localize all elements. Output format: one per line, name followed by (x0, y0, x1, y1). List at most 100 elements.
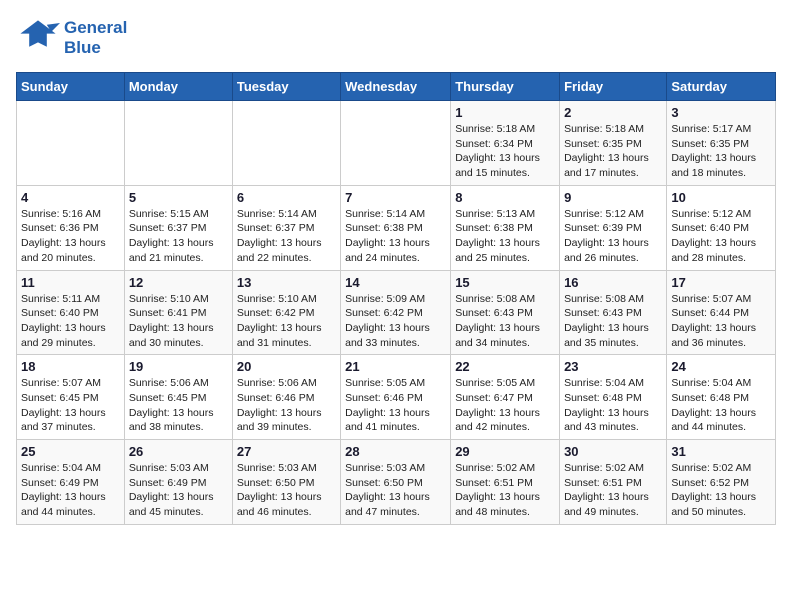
logo-blue: Blue (64, 38, 127, 58)
day-cell (232, 101, 340, 186)
day-number: 30 (564, 444, 662, 459)
day-cell: 18Sunrise: 5:07 AM Sunset: 6:45 PM Dayli… (17, 355, 125, 440)
week-row-5: 25 Sunrise: 5:04 AM Sunset: 6:49 PM Dayli… (17, 440, 776, 525)
day-cell: 19 Sunrise: 5:06 AM Sunset: 6:45 PM Dayli… (124, 355, 232, 440)
day-cell: 22 Sunrise: 5:05 AM Sunset: 6:47 PM Dayli… (451, 355, 560, 440)
calendar-table: SundayMondayTuesdayWednesdayThursdayFrid… (16, 72, 776, 525)
calendar-body: 1Sunrise: 5:18 AM Sunset: 6:34 PM Daylig… (17, 101, 776, 525)
day-info: Sunrise: 5:14 AM Sunset: 6:37 PM Dayligh… (237, 207, 336, 266)
day-cell: 12 Sunrise: 5:10 AM Sunset: 6:41 PM Dayli… (124, 270, 232, 355)
day-number: 18 (21, 359, 120, 374)
day-cell: 5 Sunrise: 5:15 AM Sunset: 6:37 PM Daylig… (124, 185, 232, 270)
header-friday: Friday (560, 73, 667, 101)
day-info: Sunrise: 5:04 AM Sunset: 6:49 PM Dayligh… (21, 461, 120, 520)
day-cell: 7 Sunrise: 5:14 AM Sunset: 6:38 PM Daylig… (341, 185, 451, 270)
day-info: Sunrise: 5:15 AM Sunset: 6:37 PM Dayligh… (129, 207, 228, 266)
day-number: 4 (21, 190, 120, 205)
day-cell: 20Sunrise: 5:06 AM Sunset: 6:46 PM Dayli… (232, 355, 340, 440)
week-row-4: 18Sunrise: 5:07 AM Sunset: 6:45 PM Dayli… (17, 355, 776, 440)
day-info: Sunrise: 5:16 AM Sunset: 6:36 PM Dayligh… (21, 207, 120, 266)
day-number: 6 (237, 190, 336, 205)
week-row-2: 4 Sunrise: 5:16 AM Sunset: 6:36 PM Daylig… (17, 185, 776, 270)
day-cell: 28 Sunrise: 5:03 AM Sunset: 6:50 PM Dayli… (341, 440, 451, 525)
day-info: Sunrise: 5:08 AM Sunset: 6:43 PM Dayligh… (455, 292, 555, 351)
day-cell: 25 Sunrise: 5:04 AM Sunset: 6:49 PM Dayli… (17, 440, 125, 525)
day-info: Sunrise: 5:14 AM Sunset: 6:38 PM Dayligh… (345, 207, 446, 266)
day-number: 22 (455, 359, 555, 374)
day-info: Sunrise: 5:02 AM Sunset: 6:52 PM Dayligh… (671, 461, 771, 520)
day-info: Sunrise: 5:05 AM Sunset: 6:47 PM Dayligh… (455, 376, 555, 435)
header-tuesday: Tuesday (232, 73, 340, 101)
day-number: 5 (129, 190, 228, 205)
day-number: 20 (237, 359, 336, 374)
day-cell: 14 Sunrise: 5:09 AM Sunset: 6:42 PM Dayli… (341, 270, 451, 355)
day-cell: 3 Sunrise: 5:17 AM Sunset: 6:35 PM Daylig… (667, 101, 776, 186)
day-number: 25 (21, 444, 120, 459)
day-info: Sunrise: 5:03 AM Sunset: 6:50 PM Dayligh… (345, 461, 446, 520)
day-cell: 23 Sunrise: 5:04 AM Sunset: 6:48 PM Dayli… (560, 355, 667, 440)
day-info: Sunrise: 5:02 AM Sunset: 6:51 PM Dayligh… (455, 461, 555, 520)
day-number: 13 (237, 275, 336, 290)
day-info: Sunrise: 5:13 AM Sunset: 6:38 PM Dayligh… (455, 207, 555, 266)
day-number: 14 (345, 275, 446, 290)
day-number: 1 (455, 105, 555, 120)
day-cell: 11Sunrise: 5:11 AM Sunset: 6:40 PM Dayli… (17, 270, 125, 355)
day-info: Sunrise: 5:04 AM Sunset: 6:48 PM Dayligh… (564, 376, 662, 435)
day-info: Sunrise: 5:03 AM Sunset: 6:50 PM Dayligh… (237, 461, 336, 520)
day-cell (124, 101, 232, 186)
header-thursday: Thursday (451, 73, 560, 101)
day-number: 3 (671, 105, 771, 120)
day-info: Sunrise: 5:18 AM Sunset: 6:35 PM Dayligh… (564, 122, 662, 181)
day-number: 10 (671, 190, 771, 205)
week-row-1: 1Sunrise: 5:18 AM Sunset: 6:34 PM Daylig… (17, 101, 776, 186)
day-number: 7 (345, 190, 446, 205)
day-cell: 30 Sunrise: 5:02 AM Sunset: 6:51 PM Dayli… (560, 440, 667, 525)
day-cell: 9 Sunrise: 5:12 AM Sunset: 6:39 PM Daylig… (560, 185, 667, 270)
day-number: 26 (129, 444, 228, 459)
day-number: 29 (455, 444, 555, 459)
day-number: 28 (345, 444, 446, 459)
day-number: 24 (671, 359, 771, 374)
day-cell (341, 101, 451, 186)
day-number: 9 (564, 190, 662, 205)
day-info: Sunrise: 5:12 AM Sunset: 6:39 PM Dayligh… (564, 207, 662, 266)
day-info: Sunrise: 5:05 AM Sunset: 6:46 PM Dayligh… (345, 376, 446, 435)
day-info: Sunrise: 5:03 AM Sunset: 6:49 PM Dayligh… (129, 461, 228, 520)
day-cell: 29 Sunrise: 5:02 AM Sunset: 6:51 PM Dayli… (451, 440, 560, 525)
day-info: Sunrise: 5:06 AM Sunset: 6:45 PM Dayligh… (129, 376, 228, 435)
day-info: Sunrise: 5:10 AM Sunset: 6:41 PM Dayligh… (129, 292, 228, 351)
header-saturday: Saturday (667, 73, 776, 101)
day-cell: 6 Sunrise: 5:14 AM Sunset: 6:37 PM Daylig… (232, 185, 340, 270)
day-number: 23 (564, 359, 662, 374)
logo-general: General (64, 18, 127, 38)
day-number: 19 (129, 359, 228, 374)
calendar-header: SundayMondayTuesdayWednesdayThursdayFrid… (17, 73, 776, 101)
day-info: Sunrise: 5:17 AM Sunset: 6:35 PM Dayligh… (671, 122, 771, 181)
day-info: Sunrise: 5:04 AM Sunset: 6:48 PM Dayligh… (671, 376, 771, 435)
day-cell: 26 Sunrise: 5:03 AM Sunset: 6:49 PM Dayli… (124, 440, 232, 525)
day-info: Sunrise: 5:02 AM Sunset: 6:51 PM Dayligh… (564, 461, 662, 520)
page-header: General Blue (16, 16, 776, 60)
day-cell: 13 Sunrise: 5:10 AM Sunset: 6:42 PM Dayli… (232, 270, 340, 355)
day-info: Sunrise: 5:07 AM Sunset: 6:44 PM Dayligh… (671, 292, 771, 351)
week-row-3: 11Sunrise: 5:11 AM Sunset: 6:40 PM Dayli… (17, 270, 776, 355)
day-info: Sunrise: 5:10 AM Sunset: 6:42 PM Dayligh… (237, 292, 336, 351)
day-cell: 1Sunrise: 5:18 AM Sunset: 6:34 PM Daylig… (451, 101, 560, 186)
day-cell: 21Sunrise: 5:05 AM Sunset: 6:46 PM Dayli… (341, 355, 451, 440)
day-number: 12 (129, 275, 228, 290)
header-monday: Monday (124, 73, 232, 101)
logo: General Blue (16, 16, 127, 60)
header-wednesday: Wednesday (341, 73, 451, 101)
day-number: 27 (237, 444, 336, 459)
day-cell: 16Sunrise: 5:08 AM Sunset: 6:43 PM Dayli… (560, 270, 667, 355)
day-cell: 2 Sunrise: 5:18 AM Sunset: 6:35 PM Daylig… (560, 101, 667, 186)
day-info: Sunrise: 5:12 AM Sunset: 6:40 PM Dayligh… (671, 207, 771, 266)
day-number: 16 (564, 275, 662, 290)
day-number: 2 (564, 105, 662, 120)
day-info: Sunrise: 5:09 AM Sunset: 6:42 PM Dayligh… (345, 292, 446, 351)
day-cell: 15Sunrise: 5:08 AM Sunset: 6:43 PM Dayli… (451, 270, 560, 355)
day-cell: 10 Sunrise: 5:12 AM Sunset: 6:40 PM Dayli… (667, 185, 776, 270)
header-row: SundayMondayTuesdayWednesdayThursdayFrid… (17, 73, 776, 101)
day-number: 8 (455, 190, 555, 205)
day-cell: 4 Sunrise: 5:16 AM Sunset: 6:36 PM Daylig… (17, 185, 125, 270)
